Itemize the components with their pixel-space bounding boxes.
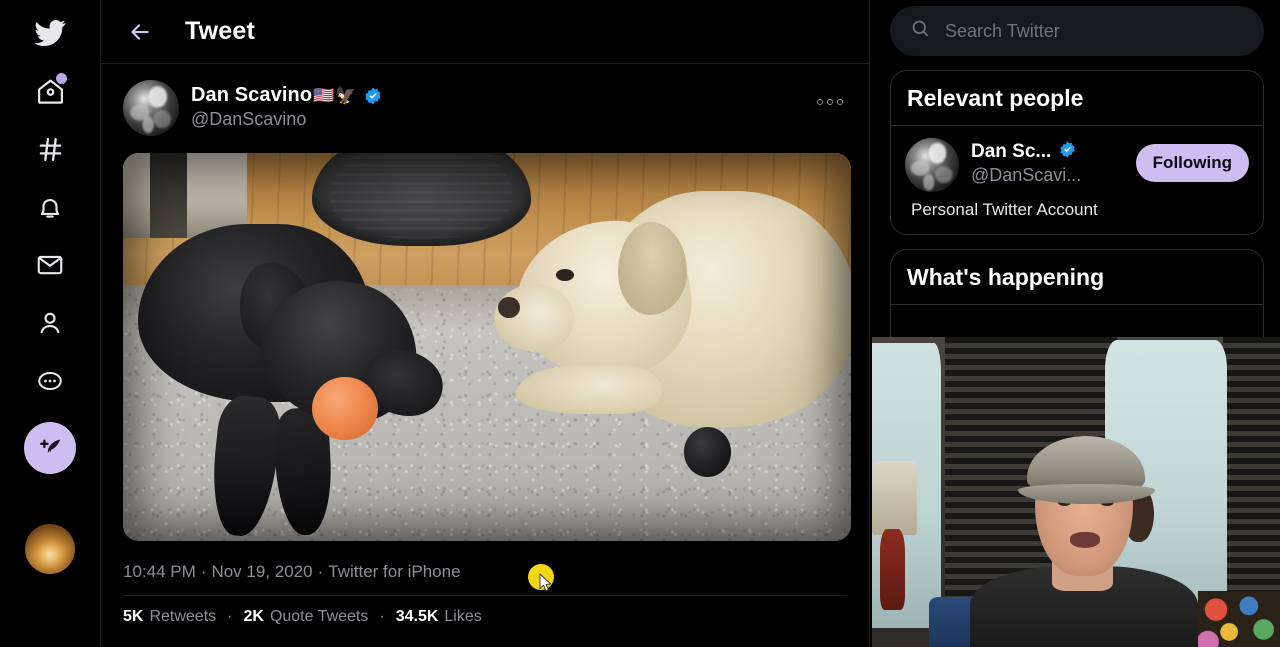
likes-label[interactable]: Likes [444,608,481,626]
search-input[interactable]: Search Twitter [890,6,1264,56]
back-arrow-icon[interactable] [123,15,157,49]
person-avatar[interactable] [905,138,959,192]
author-names: Dan Scavino 🇺🇸 🦅 @DanScavino [191,80,383,130]
webcam-overlay [872,337,1280,647]
page-title: Tweet [185,17,255,45]
tweet-source[interactable]: Twitter for iPhone [328,562,460,582]
sidebar-item-messages[interactable] [21,236,79,294]
stats-separator-1: · [227,608,233,625]
quilt-blanket [1198,591,1280,647]
meta-separator-2: · [317,562,324,581]
eagle-emoji: 🦅 [335,86,357,105]
person-names: Dan Sc... @DanScavi... [971,138,1124,186]
sidebar-item-explore[interactable] [21,120,79,178]
whats-happening-divider [891,304,1263,305]
lamp-base [880,529,905,610]
sidebar-item-notifications[interactable] [21,178,79,236]
lamp-shade [872,461,917,536]
left-nav-rail [0,0,100,647]
home-notification-badge [56,73,67,84]
video-frame [123,153,851,541]
meta-separator-1: · [200,562,207,581]
tweet-video-player[interactable] [123,153,851,541]
following-button[interactable]: Following [1135,144,1249,182]
person-display-name[interactable]: Dan Sc... [971,141,1051,163]
author-name-line: Dan Scavino 🇺🇸 🦅 [191,84,383,107]
author-handle[interactable]: @DanScavino [191,109,383,130]
verified-badge-icon [363,86,383,106]
person-bio: Personal Twitter Account [911,200,1098,219]
tweet-main-column: Tweet Dan Scavino 🇺🇸 🦅 @DanScavino 10:44… [100,0,870,647]
whats-happening-title: What's happening [907,264,1105,290]
tweet-stats-row: 5K Retweets · 2K Quote Tweets · 34.5K Li… [123,596,847,626]
search-placeholder: Search Twitter [945,20,1060,41]
window-blinds-right [1222,337,1280,604]
tweet-time: 10:44 PM [123,562,196,581]
sidebar-item-home[interactable] [21,62,79,120]
flag-emoji: 🇺🇸 [313,86,335,105]
sidebar-item-profile[interactable] [21,294,79,352]
search-icon [910,18,931,44]
account-avatar[interactable] [25,524,75,574]
retweets-count: 5K [123,608,144,625]
tweet-meta-row: 10:44 PM · Nov 19, 2020 · Twitter for iP… [123,549,847,595]
tweet-article: Dan Scavino 🇺🇸 🦅 @DanScavino 10:44 PM · … [101,64,869,626]
relevant-people-card: Relevant people Dan Sc... @DanScavi... F… [890,70,1264,235]
person-verified-badge-icon [1058,140,1077,164]
yellow-dog [494,172,851,482]
compose-tweet-button[interactable] [24,422,76,474]
author-display-name[interactable]: Dan Scavino [191,84,312,107]
more-options-icon[interactable] [813,88,847,116]
retweets-label[interactable]: Retweets [149,608,216,626]
author-avatar[interactable] [123,80,179,136]
main-header: Tweet [101,0,869,64]
person-top-row: Dan Sc... @DanScavi... Following [905,138,1249,192]
sidebar-item-more[interactable] [21,352,79,410]
stats-separator-2: · [379,608,385,625]
quote-tweets-label[interactable]: Quote Tweets [270,608,368,626]
black-ball-toy [683,426,731,477]
likes-count: 34.5K [395,608,439,625]
relevant-people-title: Relevant people [907,85,1084,111]
person-handle[interactable]: @DanScavi... [971,165,1124,186]
mouse-cursor-icon [539,573,555,598]
person-name-line: Dan Sc... [971,140,1124,164]
black-dog [130,211,494,539]
orange-dog-toy [312,376,378,441]
quote-tweets-count: 2K [243,608,264,625]
twitter-logo-icon[interactable] [21,4,79,62]
feather-plus-icon [40,439,61,453]
twitter-tweet-screen: Tweet Dan Scavino 🇺🇸 🦅 @DanScavino 10:44… [0,0,1280,647]
tweet-author-row: Dan Scavino 🇺🇸 🦅 @DanScavino [123,80,847,136]
tweet-date: Nov 19, 2020 [211,562,313,581]
relevant-person[interactable]: Dan Sc... @DanScavi... Following Persona… [891,126,1263,234]
